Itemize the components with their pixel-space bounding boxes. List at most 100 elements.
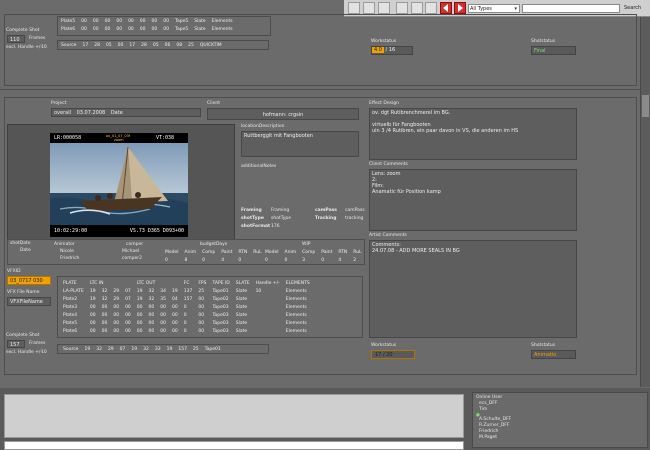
animator-value: Friedrich xyxy=(60,256,80,261)
comper-value: comper2 xyxy=(122,256,142,261)
date-label: Date xyxy=(110,110,123,116)
workstatus-field[interactable]: 17 / 20 xyxy=(371,350,415,359)
new-icon[interactable] xyxy=(348,2,360,14)
shotstatus-field[interactable]: Final xyxy=(531,46,576,55)
cell: 00 xyxy=(128,26,134,32)
cell: Plate4 xyxy=(63,312,78,318)
cell: 25 xyxy=(188,42,194,48)
animator-value: Nicole xyxy=(60,249,74,254)
table-row: Model Anim Comp Paint RTN RuL xyxy=(262,248,365,256)
cell: Comp xyxy=(202,249,216,255)
column-header: Handle +/- xyxy=(255,280,280,286)
frames-label: Frames xyxy=(29,36,46,41)
location-description-label: locationDescription xyxy=(241,124,285,129)
source-table: Source 19 32 29 07 19 32 33 19 157 25 Ta… xyxy=(60,345,224,353)
cell: 17 xyxy=(82,42,89,48)
edit-icon[interactable] xyxy=(378,2,390,14)
complete-shot-field[interactable]: 157 xyxy=(7,340,25,348)
video-thumbnail[interactable]: LR:000058 VT:038 ov_01_07_03f zoom 10:02… xyxy=(50,133,188,237)
scrollbar-thumb[interactable] xyxy=(642,95,649,117)
cell: 25 xyxy=(198,288,205,294)
cell: 4 xyxy=(221,257,225,263)
online-user: Tim xyxy=(479,407,488,412)
effect-design-label: Effect Design xyxy=(369,101,399,106)
cell: Slate xyxy=(194,18,206,24)
project-value: overall xyxy=(54,110,71,116)
cell: 00 xyxy=(151,26,158,32)
cell: 00 xyxy=(101,320,108,326)
cell: 00 xyxy=(172,328,178,334)
cell: 00 xyxy=(117,42,124,48)
search-input[interactable] xyxy=(522,4,620,13)
project-field[interactable]: overall 03.07.2008 Date xyxy=(51,108,201,117)
table-row[interactable]: Plate3 00 00 00 00 00 00 00 00 0 00 Tape… xyxy=(60,303,313,311)
cell: 07 xyxy=(125,288,131,294)
divider xyxy=(0,89,640,90)
cell: 33 xyxy=(154,346,161,352)
cell: 0 xyxy=(284,257,288,263)
cell: 8 xyxy=(184,257,188,263)
cell: 08 xyxy=(176,42,183,48)
online-user: R.Zurner_DFF xyxy=(479,423,510,428)
table-row: 0 8 0 4 0 xyxy=(162,256,265,264)
cell: 00 xyxy=(125,320,131,326)
cell: 04 xyxy=(172,296,178,302)
table-row[interactable]: Plate2 19 32 29 07 19 32 35 04 157 00 Ta… xyxy=(60,295,313,303)
effect-design-field[interactable]: ov. dgt Rutibrenchmerel im BG. virtuelb … xyxy=(369,108,577,160)
table-row[interactable]: LA-PLATE 19 32 29 07 19 32 34 19 137 25 … xyxy=(60,287,313,295)
vfxid-label: VFXID xyxy=(7,269,21,274)
cell: 00 xyxy=(89,312,96,318)
location-description-field[interactable]: Ruttberggit mit Fangbooten xyxy=(241,131,359,157)
cell: RTN xyxy=(238,249,248,255)
command-input[interactable] xyxy=(4,441,464,450)
previous-record-icon[interactable] xyxy=(440,2,452,14)
complete-shot-field[interactable]: 110 xyxy=(7,35,25,43)
vfx-file-name-field[interactable]: VFXFileName xyxy=(7,297,51,306)
table-row: Source 19 32 29 07 19 32 33 19 157 25 Ta… xyxy=(60,345,224,353)
table-row[interactable]: Plate4 00 00 00 00 00 00 00 00 0 00 Tape… xyxy=(60,311,313,319)
timecode-top-left: LR:000058 xyxy=(54,135,82,141)
cell: 00 xyxy=(81,26,87,32)
cell: 0 xyxy=(202,257,205,263)
cell: 00 xyxy=(136,312,143,318)
cell: LA-PLATE xyxy=(63,288,84,294)
cell: 0 xyxy=(165,257,168,263)
type-filter-select[interactable]: All Types ▾ xyxy=(468,4,520,13)
vertical-scrollbar[interactable] xyxy=(640,17,650,387)
duplicate-icon[interactable] xyxy=(363,2,375,14)
cell: 29 xyxy=(113,288,120,294)
cell: Plate2 xyxy=(63,296,78,302)
next-record-icon[interactable] xyxy=(454,2,466,14)
cell: 00 xyxy=(101,328,108,334)
table-row: 0 0 3 0 4 2 xyxy=(262,256,365,264)
workstatus-field[interactable]: 4.0 / 16 xyxy=(371,46,413,55)
table-row[interactable]: Plate5 00 00 00 00 00 00 00 00 0 00 Tape… xyxy=(60,319,313,327)
online-users-title: Online User xyxy=(476,395,503,400)
cell: Slate xyxy=(235,312,248,318)
export-icon[interactable] xyxy=(411,2,423,14)
handle-label: excl. Handle +/- xyxy=(6,45,43,50)
print-icon[interactable] xyxy=(396,2,408,14)
column-header: LTC OUT xyxy=(136,280,156,286)
search-button[interactable]: Search xyxy=(624,5,641,11)
cell: 34 xyxy=(160,288,166,294)
message-area[interactable] xyxy=(4,394,464,438)
artist-comments-field[interactable]: Comments: 24.07.08 - ADD MORE SEALS IN B… xyxy=(369,240,577,338)
table-row[interactable]: Plate6 00 00 00 00 00 00 00 00 0 00 Tape… xyxy=(60,327,313,335)
delete-icon[interactable] xyxy=(425,2,437,14)
cell: Tape03 xyxy=(212,320,229,326)
timecode-bottom-right: VS.73 D365 D093+00 xyxy=(129,228,184,234)
cell: 19 xyxy=(172,288,178,294)
vfxid-field[interactable]: 03_0717 030 xyxy=(7,276,51,285)
cell: Slate xyxy=(194,26,206,32)
shotstatus-field[interactable]: Animatio xyxy=(531,350,576,359)
cell: 19 xyxy=(136,296,143,302)
cell: Tape01 xyxy=(212,288,229,294)
client-field[interactable]: hofmann: crgsin xyxy=(207,108,359,120)
cell: Plate6 xyxy=(63,328,78,334)
cell: 19 xyxy=(84,346,91,352)
cell: 00 xyxy=(198,320,205,326)
cell: 29 xyxy=(113,296,120,302)
cell: 4 xyxy=(338,257,342,263)
client-comments-field[interactable]: Lens: zoom 2: Film: Anamatic für Positio… xyxy=(369,169,577,231)
